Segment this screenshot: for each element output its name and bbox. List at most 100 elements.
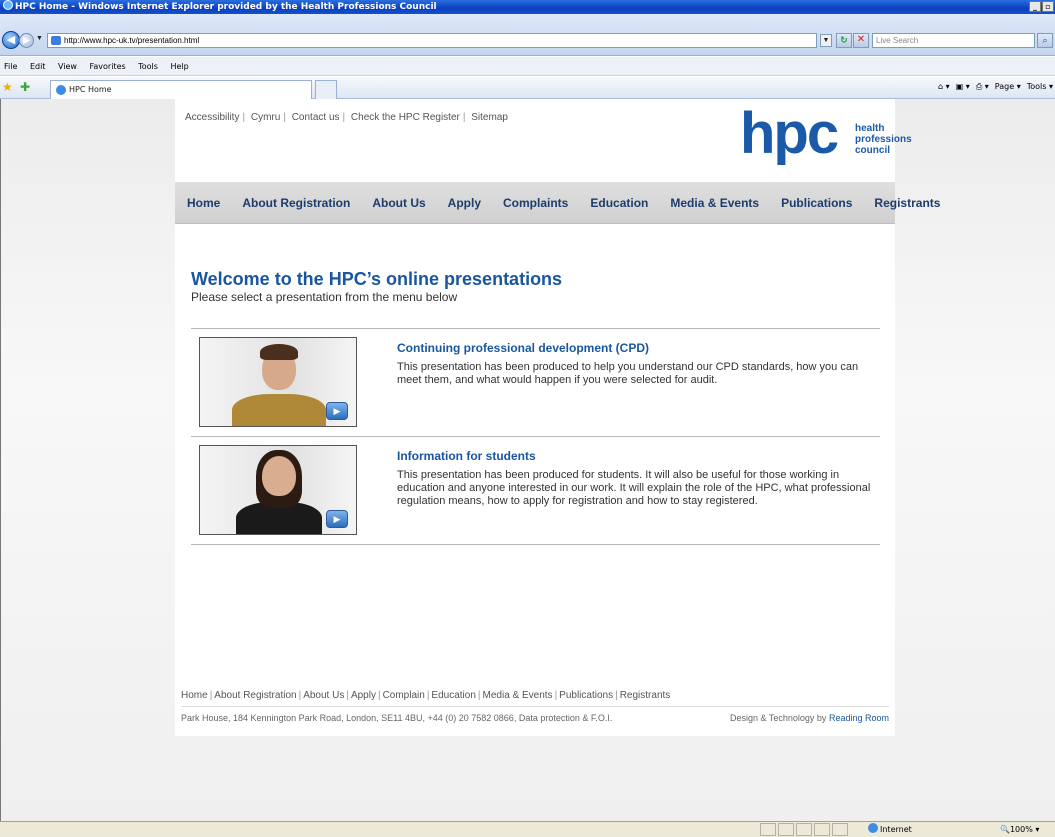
nav-home[interactable]: Home (187, 196, 220, 210)
nav-publications[interactable]: Publications (781, 196, 852, 210)
address-bar: ◀ ▶ ▼ http://www.hpc-uk.tv/presentation.… (0, 14, 1055, 56)
url-input[interactable]: http://www.hpc-uk.tv/presentation.html (47, 33, 817, 48)
stop-button[interactable]: ✕ (853, 33, 869, 48)
status-bar: Internet 🔍100% ▾ (0, 821, 1055, 837)
back-button[interactable]: ◀ (2, 31, 20, 49)
feeds-icon[interactable]: ▣ ▾ (956, 79, 970, 95)
page-subtitle: Please select a presentation from the me… (191, 290, 458, 304)
search-input[interactable]: Live Search (872, 33, 1035, 48)
history-dropdown-icon[interactable]: ▼ (36, 35, 43, 42)
page-menu[interactable]: Page ▾ (995, 79, 1021, 95)
status-panel (760, 823, 776, 836)
link-accessibility[interactable]: Accessibility (185, 112, 239, 123)
footer-credit: Design & Technology by Reading Room (730, 713, 889, 723)
cpd-video-thumbnail[interactable]: ▶ (199, 337, 357, 427)
students-video-thumbnail[interactable]: ▶ (199, 445, 357, 535)
logo-line-2: professions (855, 134, 912, 145)
tools-menu-label: Tools (1026, 82, 1047, 91)
window-controls: _ ▫ (1029, 1, 1054, 12)
presentation-title[interactable]: Information for students (397, 449, 536, 463)
favorites-star-icon[interactable]: ★ (2, 80, 13, 94)
footer-link-apply[interactable]: Apply (351, 690, 376, 701)
nav-apply[interactable]: Apply (448, 196, 481, 210)
footer-link-about-registration[interactable]: About Registration (214, 690, 296, 701)
presenter-head (262, 456, 296, 496)
window-titlebar: HPC Home - Windows Internet Explorer pro… (0, 0, 1055, 14)
add-favorite-icon[interactable]: ✚ (20, 80, 30, 94)
new-tab-button[interactable] (315, 80, 337, 99)
search-icon[interactable]: ⌕ (1037, 33, 1053, 48)
footer-credit-prefix: Design & Technology by (730, 713, 827, 723)
minimize-button[interactable]: _ (1029, 1, 1041, 12)
refresh-button[interactable]: ↻ (836, 33, 852, 48)
divider (191, 544, 880, 545)
link-cymru[interactable]: Cymru (251, 112, 280, 123)
presentation-item-students: ▶ Information for students This presenta… (191, 437, 880, 537)
security-zone[interactable]: Internet (868, 822, 912, 837)
nav-media-events[interactable]: Media & Events (670, 196, 759, 210)
favorites-bar: ★ ✚ HPC Home (0, 77, 1055, 99)
footer-link-publications[interactable]: Publications (559, 690, 613, 701)
print-icon[interactable]: ⎙ ▾ (976, 79, 989, 95)
presentation-description: This presentation has been produced to h… (397, 361, 859, 386)
link-sitemap[interactable]: Sitemap (471, 112, 508, 123)
play-icon[interactable]: ▶ (326, 402, 348, 420)
url-dropdown-icon[interactable]: ▼ (820, 34, 832, 47)
hpc-page: Accessibility | Cymru | Contact us | Check … (175, 99, 940, 736)
footer-link-home[interactable]: Home (181, 690, 208, 701)
page-menu-label: Page (994, 82, 1015, 91)
footer-link-media-events[interactable]: Media & Events (483, 690, 553, 701)
nav-complaints[interactable]: Complaints (503, 196, 568, 210)
page-title: Welcome to the HPC’s online presentation… (191, 269, 563, 289)
forward-button[interactable]: ▶ (19, 33, 34, 48)
logo-line-1: health (855, 123, 885, 134)
logo-text: health professions council (855, 123, 912, 156)
presentation-item-cpd: ▶ Continuing professional development (C… (191, 329, 880, 429)
play-icon[interactable]: ▶ (326, 510, 348, 528)
menu-view[interactable]: View (58, 62, 77, 71)
link-check-register[interactable]: Check the HPC Register (351, 112, 460, 123)
nav-about-registration[interactable]: About Registration (242, 196, 350, 210)
command-bar: ⌂ ▾ ▣ ▾ ⎙ ▾ Page ▾ Tools ▾ (938, 79, 1053, 95)
home-icon[interactable]: ⌂ ▾ (938, 79, 950, 95)
main-nav: Home About Registration About Us Apply C… (175, 182, 940, 224)
status-panel (814, 823, 830, 836)
footer-link-registrants[interactable]: Registrants (620, 690, 671, 701)
browser-viewport: Accessibility | Cymru | Contact us | Check … (0, 99, 1055, 821)
link-contact-us[interactable]: Contact us (292, 112, 340, 123)
status-panel (796, 823, 812, 836)
presentation-title[interactable]: Continuing professional development (CPD… (397, 341, 649, 355)
zoom-control[interactable]: 🔍100% ▾ (1000, 822, 1039, 837)
menu-bar: File Edit View Favorites Tools Help (0, 57, 1055, 76)
menu-help[interactable]: Help (170, 62, 188, 71)
nav-education[interactable]: Education (590, 196, 648, 210)
globe-icon (868, 823, 878, 833)
footer-address: Park House, 184 Kennington Park Road, Lo… (181, 713, 613, 723)
utility-links: Accessibility | Cymru | Contact us | Check … (185, 112, 508, 123)
nav-registrants[interactable]: Registrants (874, 196, 940, 210)
footer-link-complain[interactable]: Complain (383, 690, 425, 701)
hpc-logo[interactable]: hpc health professions council (740, 101, 912, 168)
reading-room-link[interactable]: Reading Room (829, 713, 889, 723)
tab-hpc-home[interactable]: HPC Home (50, 80, 312, 99)
menu-tools[interactable]: Tools (138, 62, 158, 71)
footer-nav: Home | About Registration | About Us | Apply | C… (181, 690, 671, 701)
menu-edit[interactable]: Edit (30, 62, 46, 71)
status-panel (832, 823, 848, 836)
menu-favorites[interactable]: Favorites (90, 62, 126, 71)
status-panels (760, 823, 848, 836)
logo-line-3: council (855, 145, 891, 156)
window-title: HPC Home - Windows Internet Explorer pro… (15, 2, 437, 12)
tab-title: HPC Home (69, 85, 112, 94)
footer-link-about-us[interactable]: About Us (303, 690, 344, 701)
status-panel (778, 823, 794, 836)
nav-about-us[interactable]: About Us (372, 196, 425, 210)
tools-menu[interactable]: Tools ▾ (1027, 79, 1053, 95)
presenter-body (232, 394, 326, 426)
footer-divider (181, 706, 889, 707)
menu-file[interactable]: File (4, 62, 17, 71)
tab-page-icon (56, 85, 66, 95)
maximize-button[interactable]: ▫ (1042, 1, 1054, 12)
footer-link-education[interactable]: Education (431, 690, 475, 701)
ie-logo-icon (3, 0, 13, 10)
